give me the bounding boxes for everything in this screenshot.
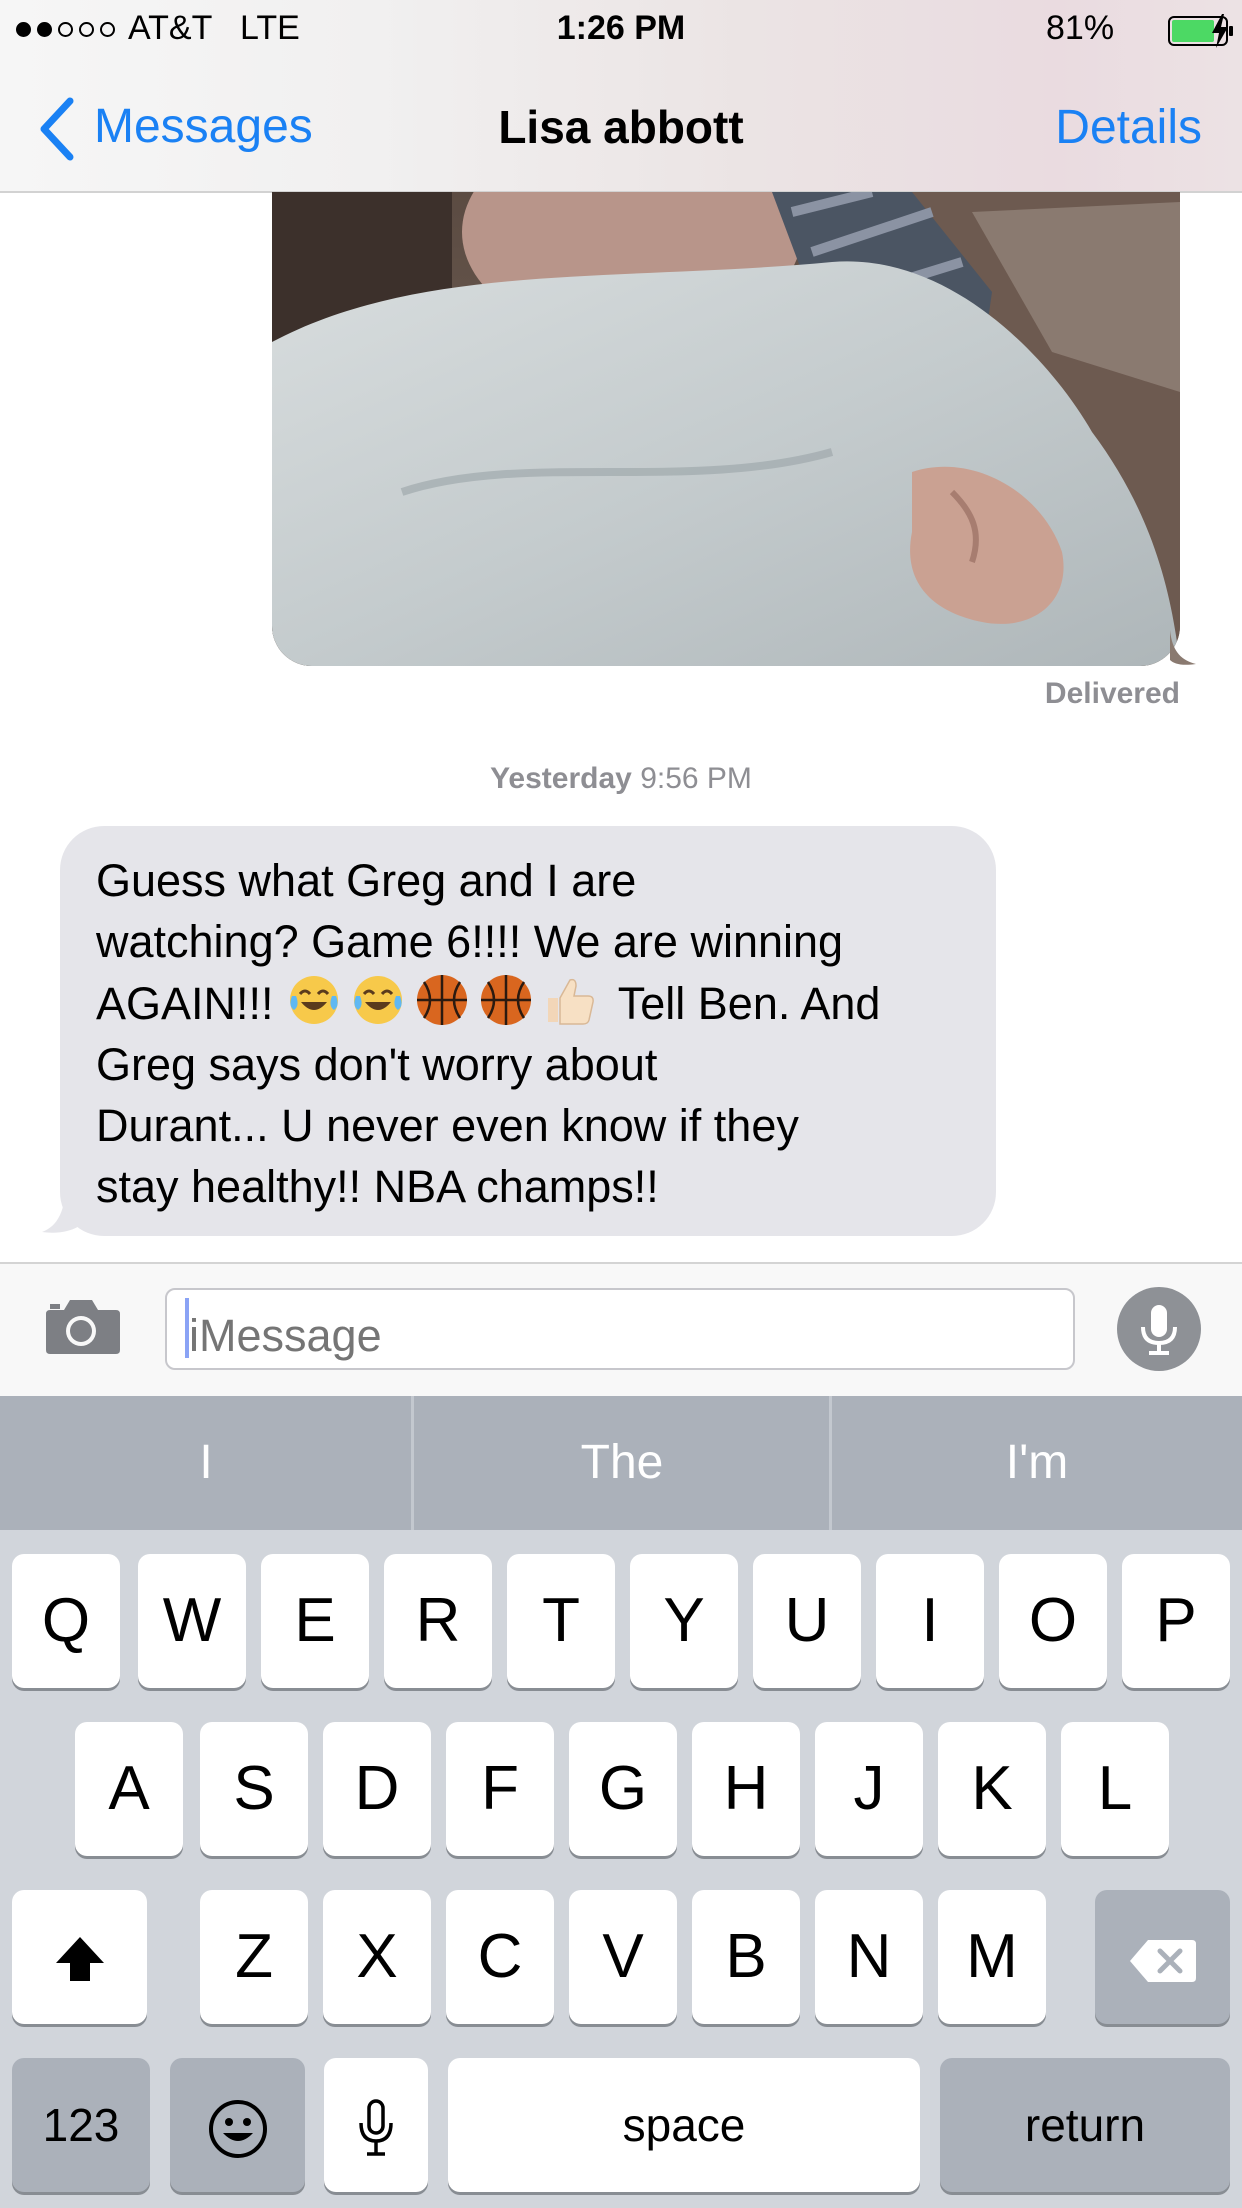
key-p[interactable]: P: [1122, 1554, 1230, 1688]
basketball-emoji-icon: [478, 972, 534, 1028]
key-v[interactable]: V: [569, 1890, 677, 2024]
key-f[interactable]: F: [446, 1722, 554, 1856]
thumbs-up-emoji-icon: [542, 972, 598, 1028]
key-d[interactable]: D: [323, 1722, 431, 1856]
timestamp-time: 9:56 PM: [640, 762, 752, 795]
predictive-bar: I The I'm: [0, 1396, 1242, 1530]
message-line: Guess what Greg and I are: [96, 855, 637, 906]
key-j[interactable]: J: [815, 1722, 923, 1856]
key-g[interactable]: G: [569, 1722, 677, 1856]
bubble-tail: [1170, 630, 1200, 671]
delivery-status: Delivered: [1044, 677, 1180, 710]
key-m[interactable]: M: [938, 1890, 1046, 2024]
tears-of-joy-emoji-icon: [350, 972, 406, 1028]
emoji-key[interactable]: [170, 2058, 305, 2192]
message-line: Durant... U never even know if they: [96, 1100, 799, 1151]
details-button[interactable]: Details: [1055, 100, 1202, 155]
space-key[interactable]: space: [448, 2058, 920, 2192]
key-e[interactable]: E: [261, 1554, 369, 1688]
message-timestamp: Yesterday 9:56 PM: [0, 762, 1242, 796]
charging-icon: [1210, 14, 1230, 57]
message-line: watching? Game 6!!!! We are winning: [96, 916, 844, 967]
key-i[interactable]: I: [876, 1554, 984, 1688]
message-line: Tell Ben. And: [617, 978, 881, 1029]
basketball-emoji-icon: [414, 972, 470, 1028]
key-b[interactable]: B: [692, 1890, 800, 2024]
key-k[interactable]: K: [938, 1722, 1046, 1856]
delete-key[interactable]: [1095, 1890, 1230, 2024]
tears-of-joy-emoji-icon: [286, 972, 342, 1028]
message-input[interactable]: [165, 1288, 1075, 1370]
shift-key[interactable]: [12, 1890, 147, 2024]
key-r[interactable]: R: [384, 1554, 492, 1688]
numbers-key[interactable]: 123: [12, 2058, 150, 2192]
emoji-icon: [207, 2090, 269, 2159]
key-q[interactable]: Q: [12, 1554, 120, 1688]
received-message-bubble[interactable]: Guess what Greg and I are watching? Game…: [60, 826, 996, 1236]
return-key[interactable]: return: [940, 2058, 1230, 2192]
key-o[interactable]: O: [999, 1554, 1107, 1688]
battery-percent: 81%: [1046, 9, 1115, 47]
microphone-icon[interactable]: [1117, 1287, 1201, 1371]
key-l[interactable]: L: [1061, 1722, 1169, 1856]
shift-icon: [50, 1922, 110, 1991]
message-text: Guess what Greg and I are watching? Game…: [96, 850, 960, 1217]
text-cursor: [185, 1298, 189, 1358]
status-bar: AT&T LTE 1:26 PM 81%: [0, 0, 1242, 62]
message-line: Greg says don't worry about: [96, 1039, 658, 1090]
key-t[interactable]: T: [507, 1554, 615, 1688]
key-c[interactable]: C: [446, 1890, 554, 2024]
message-line: AGAIN!!!: [96, 978, 274, 1029]
dictation-icon: [356, 2090, 396, 2159]
message-line: stay healthy!! NBA champs!!: [96, 1161, 659, 1212]
timestamp-day: Yesterday: [490, 762, 632, 795]
key-n[interactable]: N: [815, 1890, 923, 2024]
dictation-key[interactable]: [324, 2058, 428, 2192]
delete-icon: [1128, 1922, 1198, 1991]
key-x[interactable]: X: [323, 1890, 431, 2024]
prediction-suggestion[interactable]: I: [0, 1396, 412, 1530]
key-s[interactable]: S: [200, 1722, 308, 1856]
key-w[interactable]: W: [138, 1554, 246, 1688]
photo-attachment[interactable]: [272, 192, 1180, 666]
key-z[interactable]: Z: [200, 1890, 308, 2024]
key-h[interactable]: H: [692, 1722, 800, 1856]
camera-icon[interactable]: [42, 1298, 120, 1361]
key-a[interactable]: A: [75, 1722, 183, 1856]
prediction-suggestion[interactable]: I'm: [832, 1396, 1242, 1530]
prediction-suggestion[interactable]: The: [414, 1396, 830, 1530]
key-y[interactable]: Y: [630, 1554, 738, 1688]
key-u[interactable]: U: [753, 1554, 861, 1688]
